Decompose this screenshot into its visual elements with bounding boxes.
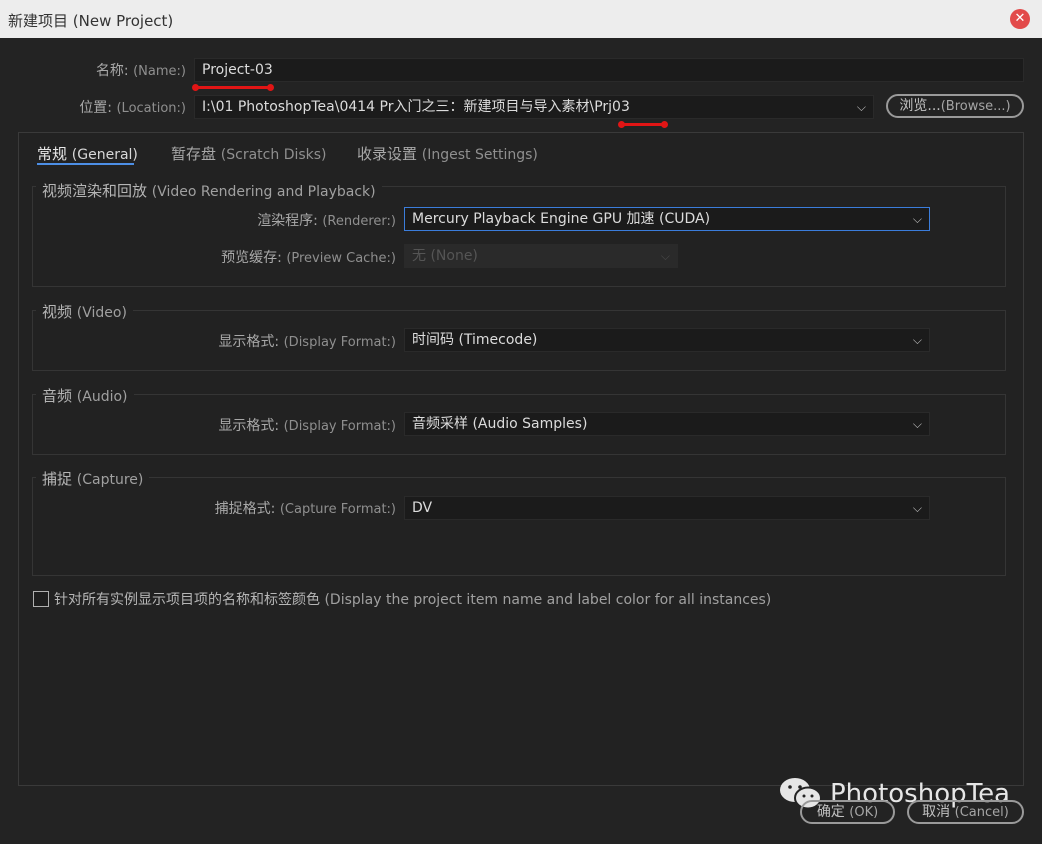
chevron-down-icon: ⌵ xyxy=(912,333,922,347)
capture-group xyxy=(32,477,1006,576)
video-title-en: (Video) xyxy=(76,305,127,321)
preview-cache-label-en: (Preview Cache:) xyxy=(286,251,396,266)
tab-scratch-zh: 暂存盘 xyxy=(171,145,217,163)
name-input[interactable]: Project-03 xyxy=(194,58,1024,82)
location-label-en: (Location:) xyxy=(116,101,186,116)
window-title: 新建项目 (New Project) xyxy=(8,12,174,30)
display-label-color-label: 针对所有实例显示项目项的名称和标签颜色 (Display the project… xyxy=(54,589,771,609)
location-dropdown[interactable]: I:\01 PhotoshopTea\0414 Pr入门之三：新建项目与导入素材… xyxy=(194,95,874,119)
cancel-label-zh: 取消 xyxy=(922,804,951,820)
location-value: I:\01 PhotoshopTea\0414 Pr入门之三：新建项目与导入素材… xyxy=(202,99,630,115)
video-display-format-label-en: (Display Format:) xyxy=(283,335,396,350)
renderer-label-en: (Renderer:) xyxy=(322,214,396,229)
video-display-format-dropdown[interactable]: 时间码 (Timecode) ⌵ xyxy=(404,328,930,352)
tab-general[interactable]: 常规 (General) xyxy=(37,143,138,164)
video-group-title: 视频 (Video) xyxy=(36,301,133,322)
tab-scratch-en: (Scratch Disks) xyxy=(220,147,327,163)
chevron-down-icon: ⌵ xyxy=(660,249,670,263)
tab-ingest-settings[interactable]: 收录设置 (Ingest Settings) xyxy=(357,143,538,164)
renderer-dropdown[interactable]: Mercury Playback Engine GPU 加速 (CUDA) ⌵ xyxy=(404,207,930,231)
tab-ingest-zh: 收录设置 xyxy=(357,145,418,163)
capture-format-dropdown[interactable]: DV ⌵ xyxy=(404,496,930,520)
chevron-down-icon: ⌵ xyxy=(912,501,922,515)
video-display-format-label-zh: 显示格式: xyxy=(218,334,280,350)
chevron-down-icon: ⌵ xyxy=(912,417,922,431)
preview-cache-label: 预览缓存: (Preview Cache:) xyxy=(156,247,396,267)
location-label: 位置: (Location:) xyxy=(40,97,186,117)
renderer-label: 渲染程序: (Renderer:) xyxy=(176,210,396,230)
ok-button[interactable]: 确定 (OK) xyxy=(800,800,895,824)
audio-display-format-dropdown[interactable]: 音频采样 (Audio Samples) ⌵ xyxy=(404,412,930,436)
renderer-label-zh: 渲染程序: xyxy=(257,213,318,229)
capture-title-zh: 捕捉 xyxy=(42,470,73,488)
chevron-down-icon: ⌵ xyxy=(856,100,866,114)
display-option-label-zh: 针对所有实例显示项目项的名称和标签颜色 xyxy=(54,592,320,608)
title-bar: 新建项目 (New Project) ✕ xyxy=(0,0,1042,38)
capture-group-title: 捕捉 (Capture) xyxy=(36,468,150,489)
display-label-color-checkbox[interactable] xyxy=(33,591,49,607)
tab-general-en: (General) xyxy=(71,147,138,163)
cancel-button[interactable]: 取消 (Cancel) xyxy=(907,800,1024,824)
name-annotation-underline xyxy=(192,84,274,91)
tab-scratch-disks[interactable]: 暂存盘 (Scratch Disks) xyxy=(171,143,327,164)
ok-label-zh: 确定 xyxy=(816,804,845,820)
browse-button[interactable]: 浏览...(Browse...) xyxy=(886,94,1024,118)
active-tab-indicator xyxy=(37,163,134,165)
preview-cache-value: 无 (None) xyxy=(412,248,478,264)
capture-format-label-en: (Capture Format:) xyxy=(279,502,396,517)
video-title-zh: 视频 xyxy=(42,303,73,321)
video-rendering-group xyxy=(32,186,1006,287)
preview-cache-label-zh: 预览缓存: xyxy=(221,250,282,266)
ok-label-en: (OK) xyxy=(849,805,879,820)
capture-format-label: 捕捉格式: (Capture Format:) xyxy=(156,498,396,518)
video-rendering-title: 视频渲染和回放 (Video Rendering and Playback) xyxy=(36,180,382,201)
location-annotation-underline xyxy=(618,121,668,128)
video-rendering-title-zh: 视频渲染和回放 xyxy=(42,182,148,200)
video-display-format-value: 时间码 (Timecode) xyxy=(412,332,538,348)
browse-label-en: (Browse...) xyxy=(940,99,1011,114)
audio-display-format-label-zh: 显示格式: xyxy=(218,418,280,434)
location-label-zh: 位置: xyxy=(79,100,113,116)
audio-title-en: (Audio) xyxy=(76,389,128,405)
browse-label-zh: 浏览... xyxy=(899,98,941,114)
audio-display-format-label: 显示格式: (Display Format:) xyxy=(156,415,396,435)
name-label-zh: 名称: xyxy=(95,63,129,79)
audio-title-zh: 音频 xyxy=(42,387,73,405)
video-display-format-label: 显示格式: (Display Format:) xyxy=(156,331,396,351)
chevron-down-icon: ⌵ xyxy=(912,212,922,226)
preview-cache-dropdown: 无 (None) ⌵ xyxy=(404,244,678,268)
name-label: 名称: (Name:) xyxy=(60,60,186,80)
audio-group-title: 音频 (Audio) xyxy=(36,385,134,406)
capture-format-value: DV xyxy=(412,500,433,516)
video-rendering-title-en: (Video Rendering and Playback) xyxy=(151,184,376,200)
audio-display-format-value: 音频采样 (Audio Samples) xyxy=(412,416,588,432)
name-label-en: (Name:) xyxy=(133,64,186,79)
cancel-label-en: (Cancel) xyxy=(954,805,1009,820)
close-icon[interactable]: ✕ xyxy=(1010,9,1030,29)
tab-ingest-en: (Ingest Settings) xyxy=(421,147,538,163)
capture-title-en: (Capture) xyxy=(76,472,144,488)
capture-format-label-zh: 捕捉格式: xyxy=(214,501,276,517)
tab-general-zh: 常规 xyxy=(37,145,68,163)
display-option-label-en: (Display the project item name and label… xyxy=(324,592,772,608)
audio-display-format-label-en: (Display Format:) xyxy=(283,419,396,434)
renderer-value: Mercury Playback Engine GPU 加速 (CUDA) xyxy=(412,211,711,227)
